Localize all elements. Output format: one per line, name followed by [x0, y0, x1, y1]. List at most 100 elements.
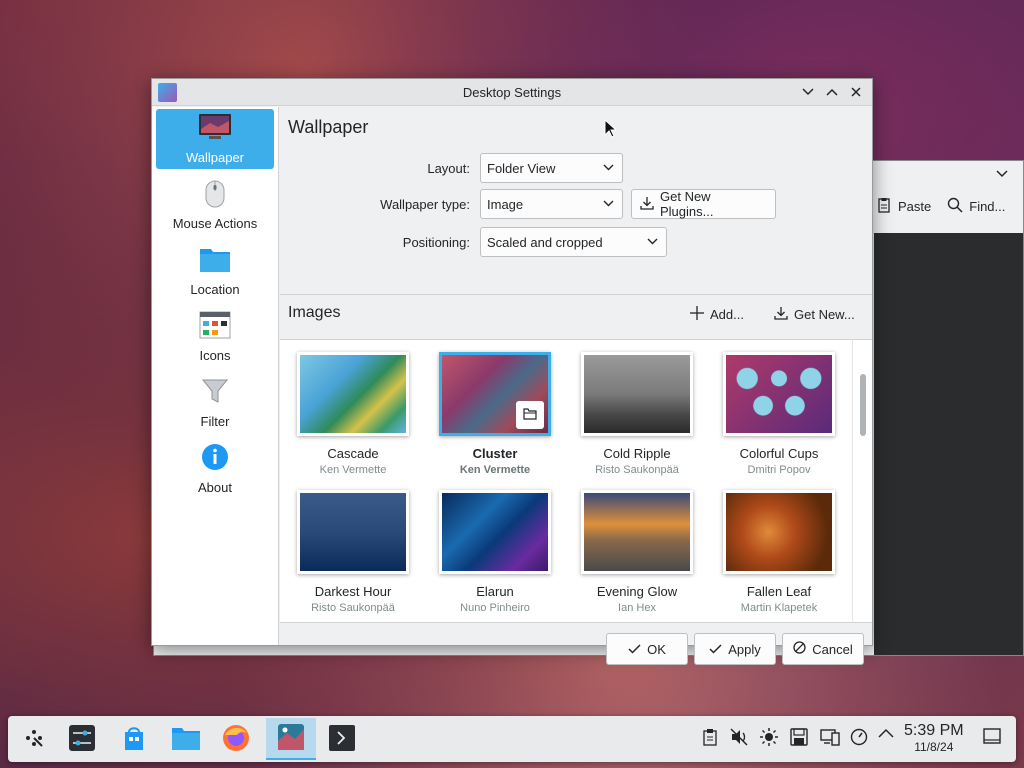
storage-icon[interactable] [790, 728, 808, 746]
plus-icon [690, 306, 704, 323]
chevron-down-icon[interactable] [996, 167, 1008, 181]
folder-icon [171, 725, 201, 754]
wallpaper-tile-evening-glow[interactable]: Evening Glow Ian Hex [577, 490, 697, 614]
sidebar-item-label: Wallpaper [185, 150, 245, 165]
file-view-area [874, 233, 1023, 655]
apply-label: Apply [728, 641, 761, 657]
performance-icon[interactable] [850, 728, 868, 746]
cancel-button[interactable]: Cancel [782, 633, 864, 665]
wallpaper-author: Risto Saukonpää [311, 602, 395, 614]
sidebar-item-icons[interactable]: Icons [156, 307, 274, 367]
sidebar-item-filter[interactable]: Filter [156, 373, 274, 433]
show-desktop-icon[interactable] [983, 728, 1001, 744]
sidebar-item-label: Location [190, 282, 240, 297]
wallpaper-thumbnail [297, 490, 409, 574]
positioning-select[interactable]: Scaled and cropped [480, 227, 667, 257]
get-new-wallpapers-button[interactable]: Get New... [774, 306, 855, 323]
wallpaper-type-select[interactable]: Image [480, 189, 623, 219]
app-icon [158, 83, 177, 102]
wallpaper-thumbnail [439, 490, 551, 574]
get-new-plugins-button[interactable]: Get New Plugins... [631, 189, 776, 219]
wallpaper-thumbnail [297, 352, 409, 436]
get-new-wallpapers-label: Get New... [794, 307, 855, 322]
paste-button[interactable]: Paste [876, 197, 931, 216]
maximize-icon[interactable] [822, 82, 842, 102]
get-new-plugins-label: Get New Plugins... [660, 189, 714, 219]
launcher-icon [22, 726, 46, 753]
title-bar[interactable]: Desktop Settings [152, 79, 872, 106]
scrollbar-thumb[interactable] [860, 374, 866, 436]
info-icon [201, 443, 229, 474]
add-image-label: Add... [710, 307, 744, 322]
wallpaper-name: Cold Ripple [603, 446, 671, 461]
sidebar-item-label: Mouse Actions [172, 216, 258, 231]
layout-label: Layout: [427, 160, 470, 176]
wallpaper-grid: Cascade Ken Vermette Cluster Ken Vermett… [280, 339, 852, 623]
wallpaper-name: Cascade [327, 446, 379, 461]
find-button[interactable]: Find... [947, 197, 1005, 216]
taskbar-file-manager[interactable] [164, 718, 208, 760]
clipboard-icon[interactable] [702, 728, 718, 746]
settings-icon [68, 724, 96, 755]
cancel-label: Cancel [812, 641, 853, 657]
wallpaper-tile-elarun[interactable]: Elarun Nuno Pinheiro [435, 490, 555, 614]
wallpaper-author: Ken Vermette [319, 464, 387, 476]
wallpaper-name: Darkest Hour [314, 584, 392, 599]
volume-muted-icon[interactable] [730, 728, 748, 746]
taskbar-firefox[interactable] [214, 718, 258, 760]
layout-select[interactable]: Folder View [480, 153, 623, 183]
wallpaper-author: Nuno Pinheiro [460, 602, 530, 614]
wallpaper-name: Colorful Cups [739, 446, 819, 461]
cancel-icon [793, 641, 806, 657]
taskbar-desktop-settings[interactable] [266, 718, 316, 760]
wallpaper-tile-cluster[interactable]: Cluster Ken Vermette [435, 352, 555, 476]
minimize-icon[interactable] [798, 82, 818, 102]
wallpaper-tile-cold-ripple[interactable]: Cold Ripple Risto Saukonpää [577, 352, 697, 476]
ok-button[interactable]: OK [606, 633, 688, 665]
wallpaper-tile-colorful-cups[interactable]: Colorful Cups Dmitri Popov [719, 352, 839, 476]
wallpaper-author: Martin Klapetek [740, 602, 818, 614]
sidebar-item-location[interactable]: Location [156, 241, 274, 301]
taskbar-system-settings[interactable] [60, 718, 104, 760]
sidebar-item-wallpaper[interactable]: Wallpaper [156, 109, 274, 169]
add-image-button[interactable]: Add... [690, 306, 744, 323]
checkmark-icon [628, 642, 641, 657]
clock[interactable]: 5:39 PM 11/8/24 [904, 722, 964, 754]
chevron-down-icon [603, 199, 614, 210]
positioning-label: Positioning: [402, 234, 470, 250]
paste-label: Paste [898, 199, 932, 214]
wallpaper-thumbnail [723, 490, 835, 574]
wallpaper-tile-darkest-hour[interactable]: Darkest Hour Risto Saukonpää [293, 490, 413, 614]
network-icon[interactable] [820, 728, 840, 746]
clock-time: 5:39 PM [904, 722, 964, 739]
folder-icon [523, 407, 537, 423]
taskbar-discover[interactable] [112, 718, 156, 760]
sidebar-item-mouse-actions[interactable]: Mouse Actions [156, 175, 274, 235]
layout-value: Folder View [487, 160, 556, 176]
chevron-up-icon[interactable] [878, 728, 894, 738]
brightness-icon[interactable] [760, 728, 778, 746]
wallpaper-tile-fallen-leaf[interactable]: Fallen Leaf Martin Klapetek [719, 490, 839, 614]
firefox-icon [221, 723, 251, 756]
open-folder-button[interactable] [516, 401, 544, 429]
wallpaper-author: Dmitri Popov [747, 464, 811, 476]
page-title: Wallpaper [288, 117, 369, 137]
close-icon[interactable] [846, 82, 866, 102]
wallpaper-name: Evening Glow [596, 584, 678, 599]
wallpaper-author: Ken Vermette [459, 464, 531, 476]
ok-label: OK [647, 641, 666, 657]
search-icon [947, 197, 963, 216]
icons-icon [199, 311, 231, 342]
wallpaper-type-label: Wallpaper type: [380, 196, 470, 212]
grid-scrollbar[interactable] [852, 339, 872, 623]
apply-button[interactable]: Apply [694, 633, 776, 665]
taskbar-terminal[interactable] [320, 718, 364, 760]
taskbar: 5:39 PM 11/8/24 [8, 716, 1016, 762]
filter-icon [201, 377, 229, 408]
wallpaper-tile-cascade[interactable]: Cascade Ken Vermette [293, 352, 413, 476]
store-icon [120, 724, 148, 755]
monitor-icon [198, 113, 232, 144]
folder-icon [199, 245, 231, 276]
app-launcher-button[interactable] [12, 718, 56, 760]
sidebar-item-about[interactable]: About [156, 439, 274, 499]
